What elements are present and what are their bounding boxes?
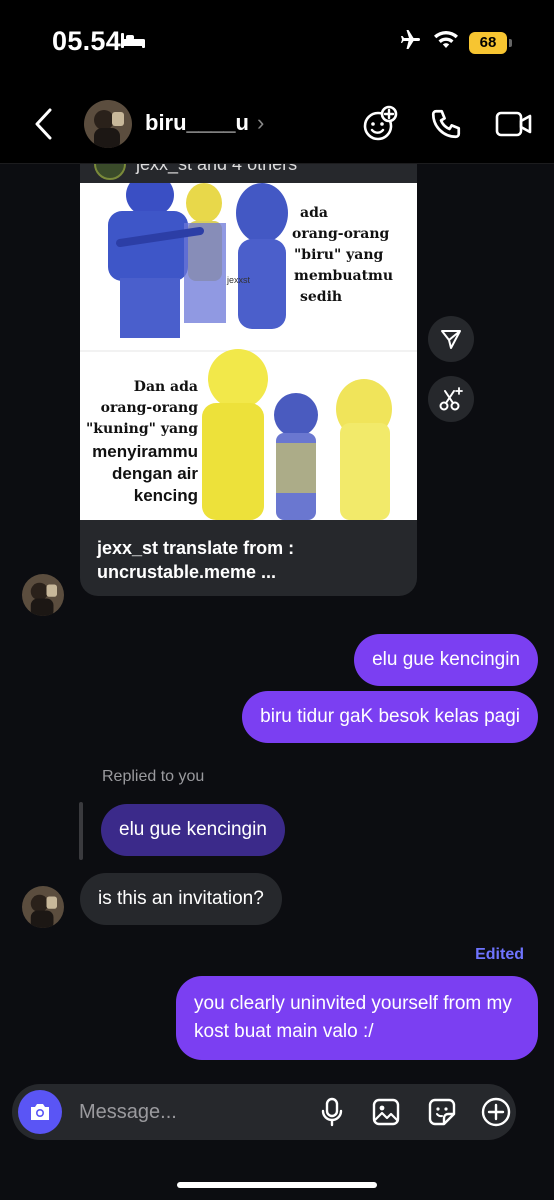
- gallery-button[interactable]: [368, 1094, 404, 1130]
- incoming-message[interactable]: is this an invitation?: [80, 873, 282, 925]
- shared-post-card[interactable]: jexx_st and 4 others jexxst ada orang-: [80, 164, 417, 596]
- sticker-icon: [428, 1098, 456, 1126]
- post-bottom-text-1: Dan ada: [134, 379, 198, 395]
- home-indicator: [177, 1182, 377, 1188]
- scissors-sparkle-icon: [439, 387, 463, 411]
- wifi-icon: [433, 30, 459, 55]
- edited-label: Edited: [475, 946, 524, 963]
- sleep-focus-icon: [120, 30, 146, 55]
- sticker-add-icon: [363, 105, 398, 141]
- post-bottom-text-2: orang-orang: [101, 400, 199, 416]
- message-thread[interactable]: jexx_st and 4 others jexxst ada orang-: [0, 164, 554, 1084]
- contact-name-link[interactable]: biru____u ›: [145, 110, 264, 136]
- post-image[interactable]: jexxst ada orang-orang "biru" yang membu…: [80, 173, 417, 520]
- post-watermark: jexxst: [226, 275, 251, 285]
- post-top-text-5: sedih: [300, 289, 342, 305]
- post-bottom-text-5: dengan air: [112, 464, 198, 483]
- video-call-button[interactable]: [494, 104, 534, 144]
- microphone-icon: [321, 1097, 343, 1127]
- status-time: 05.54: [52, 26, 122, 56]
- add-effect-button[interactable]: [360, 104, 400, 144]
- contact-name: biru____u: [145, 110, 249, 135]
- outgoing-message[interactable]: elu gue kencingin: [354, 634, 538, 686]
- chevron-right-icon: ›: [256, 110, 265, 135]
- post-bottom-text-6: kencing: [134, 486, 198, 505]
- battery-level: 68: [469, 31, 507, 54]
- image-icon: [372, 1098, 400, 1126]
- replied-to-label: Replied to you: [102, 768, 205, 785]
- video-camera-icon: [495, 111, 532, 137]
- plus-circle-icon: [481, 1097, 511, 1127]
- battery-indicator: 68: [469, 31, 512, 54]
- message-composer: [12, 1084, 516, 1140]
- post-bottom-text-4: menyirammu: [92, 442, 198, 461]
- voice-call-button[interactable]: [426, 104, 466, 144]
- post-top-text-1: ada: [300, 205, 328, 221]
- post-bottom-text-3: "kuning" yang: [86, 421, 198, 437]
- voice-message-button[interactable]: [314, 1094, 350, 1130]
- message-input[interactable]: [79, 1084, 299, 1140]
- camera-icon: [31, 1104, 49, 1120]
- share-post-button[interactable]: [428, 316, 474, 362]
- airplane-icon: [397, 28, 423, 57]
- status-bar: 05.54 68: [0, 0, 554, 84]
- send-icon: [441, 330, 461, 349]
- reply-quote[interactable]: elu gue kencingin: [101, 804, 285, 856]
- post-top-text-3: "biru" yang: [294, 247, 384, 263]
- phone-icon: [431, 109, 461, 139]
- sender-avatar[interactable]: [22, 574, 64, 616]
- outgoing-message[interactable]: biru tidur gaK besok kelas pagi: [242, 691, 538, 743]
- post-top-text-4: membuatmu: [294, 268, 393, 284]
- remix-post-button[interactable]: [428, 376, 474, 422]
- chevron-left-icon: [35, 108, 52, 140]
- post-owner-avatar: [94, 164, 126, 180]
- back-button[interactable]: [26, 104, 62, 144]
- camera-button[interactable]: [18, 1090, 62, 1134]
- composer-area: [0, 1084, 554, 1200]
- sticker-button[interactable]: [424, 1094, 460, 1130]
- more-options-button[interactable]: [478, 1094, 514, 1130]
- chat-header: biru____u ›: [0, 84, 554, 164]
- post-caption: jexx_st translate from : uncrustable.mem…: [97, 538, 295, 582]
- post-top-text-2: orang-orang: [292, 226, 390, 242]
- post-owner-name: jexx_st and 4 others: [136, 164, 297, 175]
- post-owner[interactable]: jexx_st and 4 others: [94, 164, 297, 180]
- contact-avatar[interactable]: [84, 100, 132, 148]
- reply-indicator: [79, 802, 83, 860]
- sender-avatar[interactable]: [22, 886, 64, 928]
- outgoing-message[interactable]: you clearly uninvited yourself from my k…: [176, 976, 538, 1060]
